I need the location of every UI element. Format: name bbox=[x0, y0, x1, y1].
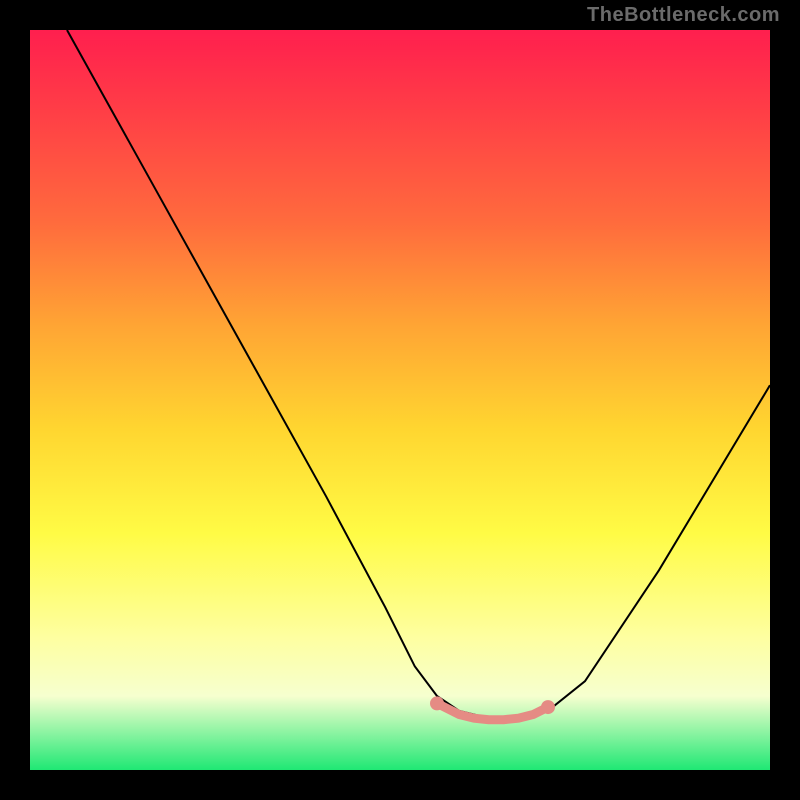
plot-area bbox=[30, 30, 770, 770]
bottleneck-curve bbox=[67, 30, 770, 718]
optimal-end-marker bbox=[541, 700, 555, 714]
optimal-flat-band bbox=[437, 703, 548, 719]
curve-layer bbox=[30, 30, 770, 770]
watermark-text: TheBottleneck.com bbox=[587, 4, 780, 27]
optimal-start-marker bbox=[430, 696, 444, 710]
chart-frame: TheBottleneck.com bbox=[0, 0, 800, 800]
